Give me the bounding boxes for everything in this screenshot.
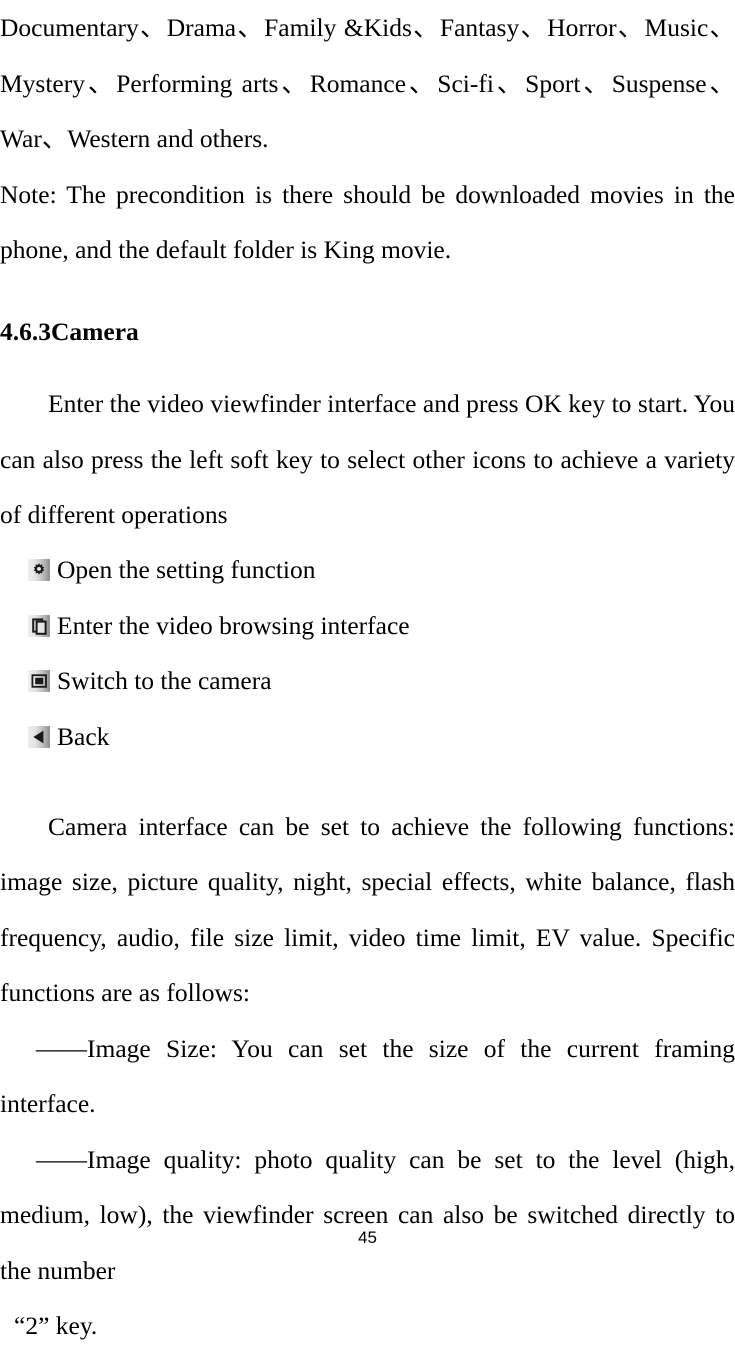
paragraph-camera-intro: Enter the video viewfinder interface and…	[0, 389, 735, 529]
list-item-label: Switch to the camera	[57, 666, 272, 696]
spacer-before-functions	[0, 765, 735, 799]
paragraph-note: Note: The precondition is there should b…	[0, 179, 735, 265]
paragraph-genres-continued: Documentary、Drama、Family &Kids、Fantasy、H…	[0, 13, 735, 153]
dash-item-image-quality: ——Image quality: photo quality can be se…	[0, 1144, 735, 1285]
list-item: Switch to the camera	[0, 654, 735, 710]
document-page: Documentary、Drama、Family &Kids、Fantasy、H…	[0, 0, 735, 1340]
list-item: Enter the video browsing interface	[0, 598, 735, 654]
list-item-label: Enter the video browsing interface	[57, 610, 410, 640]
camera-switch-icon	[28, 670, 50, 693]
page-number: 45	[358, 1228, 377, 1247]
spacer-before-heading	[0, 278, 735, 304]
spacer-after-heading	[0, 359, 735, 376]
list-item-label: Open the setting function	[57, 555, 316, 585]
paragraph-camera-functions: Camera interface can be set to achieve t…	[0, 811, 735, 1008]
list-item: Open the setting function	[0, 543, 735, 599]
list-item: Back	[0, 709, 735, 765]
dash-item-image-size: ——Image Size: You can set the size of th…	[0, 1033, 735, 1119]
gear-icon	[28, 559, 50, 582]
back-arrow-icon	[28, 725, 50, 748]
gallery-browse-icon	[28, 614, 50, 637]
trailing-line-key: “2” key.	[14, 1311, 98, 1340]
list-item-label: Back	[57, 721, 110, 751]
camera-icon-list: Open the setting function Enter the vide…	[0, 543, 735, 765]
heading-camera: 4.6.3Camera	[0, 316, 139, 346]
page-content: Documentary、Drama、Family &Kids、Fantasy、H…	[0, 0, 735, 1354]
